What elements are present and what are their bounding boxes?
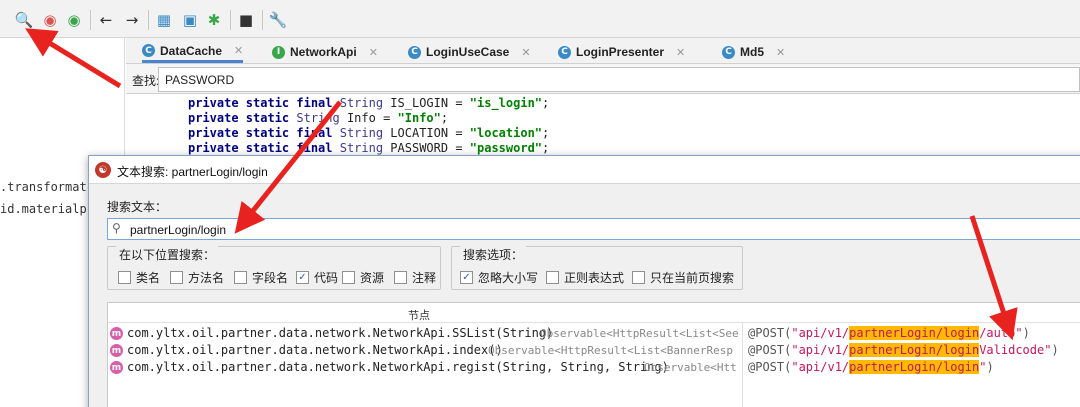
table-row[interactable]: m com.yltx.oil.partner.data.network.Netw… bbox=[110, 359, 1080, 376]
app-logo-icon: ☯ bbox=[95, 162, 111, 178]
checkbox-box[interactable]: ✓ bbox=[296, 271, 309, 284]
checkbox-class-name[interactable]: 类名 bbox=[118, 269, 160, 286]
result-code: @POST("api/v1/partnerLogin/loginValidcod… bbox=[748, 343, 1059, 357]
close-icon[interactable]: ✕ bbox=[776, 46, 785, 59]
forward-arrow-icon[interactable]: → bbox=[122, 10, 142, 30]
find-input[interactable] bbox=[158, 67, 1080, 92]
toolbar-separator bbox=[230, 10, 231, 30]
tab-md5[interactable]: C Md5 ✕ bbox=[722, 41, 785, 63]
checkbox-box[interactable] bbox=[394, 271, 407, 284]
search-match-highlight: partnerLogin/login bbox=[849, 343, 980, 357]
method-icon: m bbox=[110, 344, 123, 357]
text-search-dialog: ☯ 文本搜索: partnerLogin/login 搜索文本： ⚲ partn… bbox=[88, 155, 1080, 407]
class-icon: C bbox=[558, 45, 571, 59]
checkbox-box[interactable]: ✓ bbox=[460, 271, 473, 284]
back-arrow-icon[interactable]: ← bbox=[96, 10, 116, 30]
class-icon: C bbox=[408, 45, 421, 59]
structure-icon[interactable]: ▦ bbox=[154, 10, 174, 30]
search-text-input[interactable]: ⚲ partnerLogin/login bbox=[107, 218, 1080, 240]
checkbox-comment[interactable]: 注释 bbox=[394, 269, 436, 286]
class-icon: C bbox=[722, 45, 735, 59]
wrench-icon[interactable]: 🔧 bbox=[268, 10, 288, 30]
close-icon[interactable]: ✕ bbox=[521, 46, 530, 59]
checkbox-current-page-only[interactable]: 只在当前页搜索 bbox=[632, 269, 734, 286]
result-code: @POST("api/v1/partnerLogin/login/auto") bbox=[748, 326, 1030, 340]
table-row[interactable]: m com.yltx.oil.partner.data.network.Netw… bbox=[110, 342, 1080, 359]
toolbar-separator bbox=[262, 10, 263, 30]
tab-label: NetworkApi bbox=[290, 45, 357, 59]
editor-tab-bar: C DataCache ✕ I NetworkApi ✕ C LoginUseC… bbox=[126, 38, 1080, 64]
tab-label: LoginUseCase bbox=[426, 45, 510, 59]
tree-item[interactable]: id.materialpr bbox=[0, 202, 94, 216]
group-title: 在以下位置搜索： bbox=[116, 246, 219, 263]
code-line: private static final String PASSWORD = "… bbox=[188, 141, 550, 155]
result-return-type: Observable<Htt bbox=[644, 361, 737, 374]
checkbox-box[interactable] bbox=[546, 271, 559, 284]
result-return-type: Observable<HttpResult<List<BannerResp bbox=[488, 344, 734, 357]
tab-label: DataCache bbox=[160, 43, 223, 58]
toolbar-separator bbox=[148, 10, 149, 30]
bookmark-icon[interactable]: ▣ bbox=[180, 10, 200, 30]
search-options-group: 搜索选项： ✓ 忽略大小写 正则表达式 只在当前页搜索 bbox=[451, 246, 743, 290]
checkbox-regex[interactable]: 正则表达式 bbox=[546, 269, 624, 286]
checkbox-box[interactable] bbox=[342, 271, 355, 284]
search-icon: ⚲ bbox=[112, 221, 121, 235]
code-line: private static final String LOCATION = "… bbox=[188, 126, 550, 140]
find-label: 查找: bbox=[132, 74, 160, 88]
search-match-highlight: partnerLogin/login bbox=[849, 360, 980, 374]
result-signature: com.yltx.oil.partner.data.network.Networ… bbox=[127, 343, 503, 357]
main-toolbar: 🔍 ◉ ◉ ← → ▦ ▣ ✱ ■ 🔧 bbox=[0, 0, 1080, 38]
checkbox-code[interactable]: ✓ 代码 bbox=[296, 269, 338, 286]
result-return-type: Observable<HttpResult<List<See bbox=[540, 327, 739, 340]
close-icon[interactable]: ✕ bbox=[676, 46, 685, 59]
dialog-title-bar[interactable]: ☯ 文本搜索: partnerLogin/login bbox=[89, 156, 1080, 184]
checkbox-resource[interactable]: 资源 bbox=[342, 269, 384, 286]
search-text-value: partnerLogin/login bbox=[130, 223, 227, 237]
code-line: private static String Info = "Info"; bbox=[188, 111, 449, 125]
find-bar: 查找: bbox=[126, 64, 1080, 94]
close-icon[interactable]: ✕ bbox=[234, 44, 243, 57]
checkbox-method-name[interactable]: 方法名 bbox=[170, 269, 224, 286]
tab-networkapi[interactable]: I NetworkApi ✕ bbox=[272, 41, 378, 63]
column-header-node[interactable]: 节点 bbox=[408, 307, 430, 323]
search-icon[interactable]: 🔍 bbox=[14, 10, 34, 30]
tab-loginusecase[interactable]: C LoginUseCase ✕ bbox=[408, 41, 531, 63]
close-icon[interactable]: ✕ bbox=[369, 46, 378, 59]
checkbox-box[interactable] bbox=[632, 271, 645, 284]
checkbox-box[interactable] bbox=[234, 271, 247, 284]
group-title: 搜索选项： bbox=[460, 246, 527, 263]
checkbox-ignore-case[interactable]: ✓ 忽略大小写 bbox=[460, 269, 538, 286]
checkbox-box[interactable] bbox=[118, 271, 131, 284]
tab-label: LoginPresenter bbox=[576, 45, 665, 59]
dialog-title: 文本搜索: partnerLogin/login bbox=[117, 165, 268, 179]
result-signature: com.yltx.oil.partner.data.network.Networ… bbox=[127, 326, 554, 340]
tab-loginpresenter[interactable]: C LoginPresenter ✕ bbox=[558, 41, 685, 63]
tree-item[interactable]: .transformat bbox=[0, 180, 87, 194]
result-signature: com.yltx.oil.partner.data.network.Networ… bbox=[127, 360, 669, 374]
code-editor[interactable]: private static final String IS_LOGIN = "… bbox=[126, 94, 1080, 156]
search-location-group: 在以下位置搜索： 类名 方法名 字段名 ✓ 代码 资源 注释 bbox=[107, 246, 441, 290]
search-text-label: 搜索文本： bbox=[107, 200, 168, 214]
toolbar-separator bbox=[90, 10, 91, 30]
table-row[interactable]: m com.yltx.oil.partner.data.network.Netw… bbox=[110, 325, 1080, 342]
search-refresh-icon[interactable]: ◉ bbox=[64, 10, 84, 30]
code-line: private static final String IS_LOGIN = "… bbox=[188, 96, 550, 110]
class-icon: C bbox=[142, 44, 155, 57]
tab-datacache[interactable]: C DataCache ✕ bbox=[142, 41, 244, 63]
search-match-highlight: partnerLogin/login bbox=[849, 326, 980, 340]
debug-icon[interactable]: ✱ bbox=[204, 10, 224, 30]
result-code: @POST("api/v1/partnerLogin/login") bbox=[748, 360, 994, 374]
method-icon: m bbox=[110, 361, 123, 374]
checkbox-box[interactable] bbox=[170, 271, 183, 284]
method-icon: m bbox=[110, 327, 123, 340]
interface-icon: I bbox=[272, 45, 285, 59]
checkbox-field-name[interactable]: 字段名 bbox=[234, 269, 288, 286]
results-header: 节点 bbox=[108, 303, 1080, 323]
results-table[interactable]: 节点 m com.yltx.oil.partner.data.network.N… bbox=[107, 302, 1080, 407]
stop-icon[interactable]: ■ bbox=[236, 10, 256, 30]
tab-label: Md5 bbox=[740, 45, 764, 59]
search-replace-icon[interactable]: ◉ bbox=[40, 10, 60, 30]
